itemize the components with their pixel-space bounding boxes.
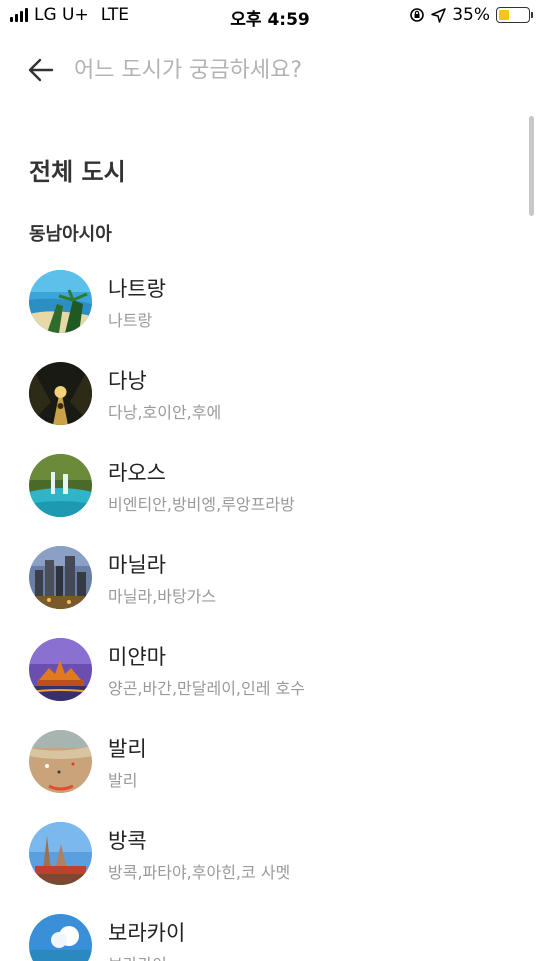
city-thumbnail-skyline — [29, 546, 92, 609]
section-title: 전체 도시 — [29, 158, 126, 186]
city-thumbnail-sand-beach — [29, 730, 92, 793]
search-header — [0, 42, 540, 100]
city-thumbnail-sky-sea — [29, 914, 92, 961]
city-item-myanmar[interactable]: 미얀마 양곤,바간,만달레이,인레 호수 — [0, 624, 540, 716]
city-item-bangkok[interactable]: 방콕 방콕,파타야,후아힌,코 사멧 — [0, 808, 540, 900]
city-thumbnail-beach — [29, 270, 92, 333]
city-item-nha-trang[interactable]: 나트랑 나트랑 — [0, 256, 540, 348]
battery-level-fill — [499, 10, 509, 20]
city-name: 라오스 — [108, 461, 166, 485]
city-subtitle: 방콕,파타야,후아힌,코 사멧 — [108, 863, 291, 882]
back-button[interactable] — [26, 54, 58, 86]
status-bar: LG U+ LTE 오후 4:59 35% — [0, 0, 540, 30]
city-thumbnail-temple — [29, 822, 92, 885]
city-subtitle: 보라카이 — [108, 951, 167, 961]
battery-icon — [496, 7, 533, 23]
city-item-boracay[interactable]: 보라카이 보라카이 — [0, 900, 540, 961]
location-arrow-icon — [431, 7, 446, 23]
search-input[interactable] — [74, 50, 494, 90]
city-picker-screen: LG U+ LTE 오후 4:59 35% 전체 — [0, 0, 540, 961]
city-subtitle: 마닐라,바탕가스 — [108, 587, 217, 606]
city-item-manila[interactable]: 마닐라 마닐라,바탕가스 — [0, 532, 540, 624]
status-right: 35% — [409, 5, 533, 25]
city-list: 나트랑 나트랑 다낭 다낭,호이안,후에 라오스 비엔티안,방비엥,루앙프라방 … — [0, 256, 540, 961]
city-subtitle: 양곤,바간,만달레이,인레 호수 — [108, 679, 305, 698]
city-subtitle: 발리 — [108, 771, 138, 790]
city-item-da-nang[interactable]: 다낭 다낭,호이안,후에 — [0, 348, 540, 440]
city-subtitle: 나트랑 — [108, 311, 153, 330]
city-name: 보라카이 — [108, 921, 186, 945]
city-thumbnail-pagoda — [29, 638, 92, 701]
city-thumbnail-waterfall — [29, 454, 92, 517]
city-name: 미얀마 — [108, 645, 166, 669]
region-title: 동남아시아 — [29, 224, 112, 245]
city-name: 마닐라 — [108, 553, 166, 577]
city-item-laos[interactable]: 라오스 비엔티안,방비엥,루앙프라방 — [0, 440, 540, 532]
back-arrow-icon — [28, 58, 54, 82]
city-subtitle: 비엔티안,방비엥,루앙프라방 — [108, 495, 295, 514]
battery-percent: 35% — [452, 5, 490, 25]
scrollbar[interactable] — [529, 116, 534, 216]
city-name: 방콕 — [108, 829, 147, 853]
city-item-bali[interactable]: 발리 발리 — [0, 716, 540, 808]
rotation-lock-icon — [410, 8, 425, 22]
city-thumbnail-night-road — [29, 362, 92, 425]
city-subtitle: 다낭,호이안,후에 — [108, 403, 222, 422]
city-name: 다낭 — [108, 369, 147, 393]
city-name: 발리 — [108, 737, 147, 761]
city-name: 나트랑 — [108, 277, 166, 301]
